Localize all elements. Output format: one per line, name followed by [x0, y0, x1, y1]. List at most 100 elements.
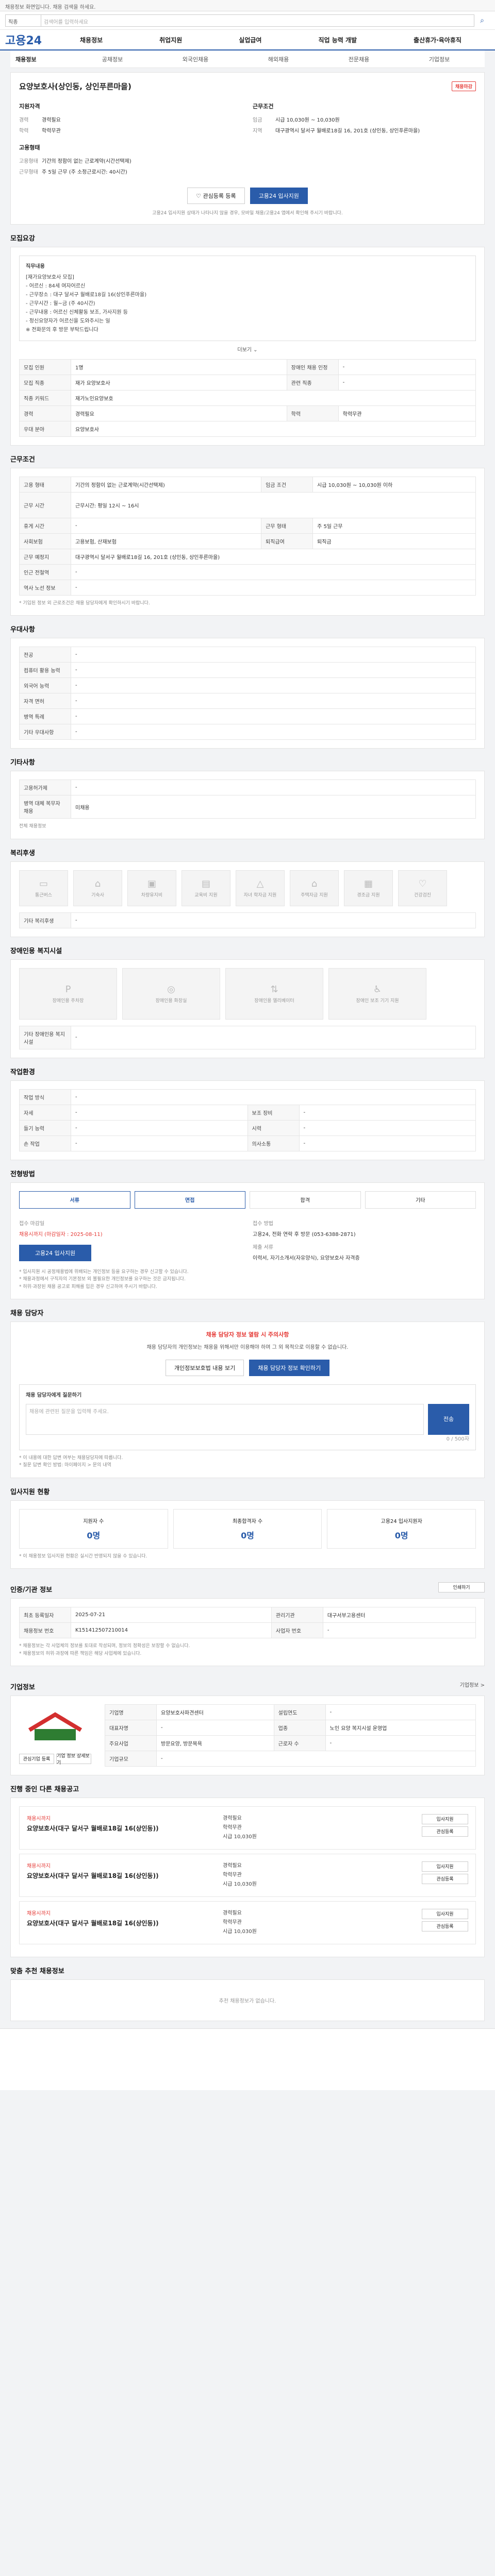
stats-card: 지원자 수 0명 최종합격자 수 0명 고용24 입사지원자 0명 * 이 채용정보 … — [10, 1500, 485, 1569]
th: 고용허가제 — [19, 779, 71, 796]
td: 방문요양, 방문목욕 — [156, 1735, 274, 1751]
gnb-item-unemployment[interactable]: 실업급여 — [239, 36, 261, 44]
td: 1명 — [71, 359, 287, 375]
search-icon[interactable]: ⌕ — [474, 16, 490, 25]
other-jobs-card: 채용시까지 요양보호사(대구 달서구 월배로18길 16(상인동)) 경력필요 학력… — [10, 1797, 485, 1957]
heart-icon: ♡ — [418, 878, 427, 889]
kv-value: 경력필요 — [42, 117, 61, 123]
facility-item: P 장애인용 주차장 — [19, 968, 117, 1020]
favorite-company-button[interactable]: 관심기업 등록 — [19, 1753, 54, 1764]
th: 휴게 시간 — [19, 518, 71, 534]
subnav-item[interactable]: 전문채용 — [349, 55, 369, 63]
gnb-item-employment-support[interactable]: 취업지원 — [159, 36, 182, 44]
th: 보조 장비 — [247, 1104, 300, 1121]
kv-key: 접수 마감일 — [19, 1221, 45, 1227]
search-category-select[interactable]: 직종 — [5, 14, 41, 27]
scrap-button[interactable]: 관심등록 — [422, 1826, 468, 1837]
question-box: 채용 담당자에게 질문하기 채용에 관련된 질문을 입력해 주세요. 전송 0 … — [19, 1384, 476, 1450]
section-title: 채용 담당자 — [10, 1309, 44, 1317]
th: 병역 대체 복무자 채용 — [19, 795, 71, 819]
kv-key: 접수 방법 — [253, 1221, 273, 1227]
question-title: 채용 담당자에게 질문하기 — [26, 1392, 82, 1398]
th: 근무 예정지 — [19, 549, 71, 565]
char-count: 0 / 500자 — [446, 1436, 469, 1442]
scrap-button[interactable]: 관심등록 — [422, 1873, 468, 1884]
th: 우대 분야 — [19, 421, 71, 437]
td: 노인 요양 복지시설 운영업 — [325, 1719, 476, 1736]
td: 요양보호사 — [71, 421, 476, 437]
etc-card: 고용허가제 - 병역 대체 복무자 채용 미채용 전체 채용정보 — [10, 771, 485, 839]
info-note: * 채용정보는 각 사업체의 정보를 토대로 작성되며, 정보의 정확성은 보장… — [19, 1643, 190, 1649]
duty-line: ※ 전화문의 후 방문 부탁드립니다 — [26, 327, 98, 333]
view-contact-button[interactable]: 채용 담당자 정보 확인하기 — [249, 1359, 330, 1376]
company-more-link[interactable]: 기업정보 > — [460, 1681, 485, 1688]
job-title-link[interactable]: 요양보호사(대구 달서구 월배로18길 16(상인동)) — [27, 1871, 223, 1880]
td: - — [322, 1622, 476, 1639]
apply-button[interactable]: 입사지원 — [422, 1861, 468, 1872]
subnav-item[interactable]: 해외채용 — [268, 55, 289, 63]
list-item[interactable]: 채용시까지 요양보호사(대구 달서구 월배로18길 16(상인동)) 경력필요 학력… — [19, 1806, 476, 1850]
scrap-button[interactable]: 관심등록 — [422, 1921, 468, 1931]
question-input[interactable]: 채용에 관련된 질문을 입력해 주세요. — [26, 1403, 424, 1435]
footer — [0, 2028, 495, 2090]
stat-item: 지원자 수 0명 — [19, 1509, 168, 1549]
company-detail-button[interactable]: 기업 정보 상세보기 — [56, 1753, 91, 1766]
job-info: 시급 10,030원 — [223, 1928, 257, 1935]
duty-line: - 어르신 : 84세 여자어르신 — [26, 283, 86, 289]
gnb-item-jobs[interactable]: 채용정보 — [80, 36, 103, 44]
th: 근로자 수 — [273, 1735, 326, 1751]
scrap-button[interactable]: ♡ 관심등록 등록 — [187, 188, 245, 204]
kv-key: 지역 — [253, 128, 262, 134]
privacy-law-button[interactable]: 개인정보보호법 내용 보기 — [165, 1359, 244, 1376]
print-button[interactable]: 인쇄하기 — [438, 1582, 485, 1592]
elevator-icon: ⇅ — [270, 984, 278, 995]
home-icon: ⌂ — [311, 878, 318, 889]
section-title: 장애인용 복지시설 — [10, 947, 62, 955]
th: 직종 키워드 — [19, 390, 71, 406]
top-notice: 채용정보 화면입니다. 채용 검색을 하세요. — [0, 0, 495, 11]
apply-button[interactable]: 입사지원 — [422, 1908, 468, 1919]
apply-button[interactable]: 고용24 입사지원 — [19, 1244, 91, 1261]
kv-value: 주 5일 근무 (주 소정근로시간: 40시간) — [42, 170, 127, 175]
subnav-item[interactable]: 공채정보 — [102, 55, 123, 63]
company-card: 관심기업 등록 기업 정보 상세보기 기업명 요양보호사파견센터 설립연도 - 대표자… — [10, 1695, 485, 1775]
list-item[interactable]: 채용시까지 요양보호사(대구 달서구 월배로18길 16(상인동)) 경력필요 학력… — [19, 1901, 476, 1944]
apply-button[interactable]: 고용24 입사지원 — [250, 188, 308, 204]
th: 학력 — [286, 405, 339, 421]
apply-button[interactable]: 입사지원 — [422, 1814, 468, 1824]
job-title-link[interactable]: 요양보호사(대구 달서구 월배로18길 16(상인동)) — [27, 1919, 223, 1928]
section-title: 전형방법 — [10, 1170, 35, 1178]
td: - — [338, 375, 476, 391]
job-title-link[interactable]: 요양보호사(대구 달서구 월배로18길 16(상인동)) — [27, 1824, 223, 1833]
th: 대표자명 — [105, 1719, 157, 1736]
td: K151412507210014 — [71, 1622, 272, 1639]
list-item[interactable]: 채용시까지 요양보호사(대구 달서구 월배로18길 16(상인동)) 경력필요 학력… — [19, 1853, 476, 1897]
td: - — [299, 1104, 476, 1121]
send-button[interactable]: 전송 — [428, 1403, 469, 1435]
td: 요양보호사파견센터 — [156, 1704, 274, 1720]
site-logo[interactable]: 고용24 — [5, 31, 52, 48]
welfare-label: 경조금 지원 — [357, 892, 380, 898]
facility-label: 장애인용 주차장 — [52, 998, 84, 1004]
duty-line: - 근무시간 : 월~금 (주 40시간) — [26, 301, 95, 307]
subnav-item[interactable]: 외국인채용 — [183, 55, 209, 63]
search-input[interactable]: 검색어를 입력하세요 — [41, 14, 474, 27]
th: 기업명 — [105, 1704, 157, 1720]
td: 학력무관 — [338, 405, 476, 421]
subnav-item[interactable]: 기업정보 — [429, 55, 450, 63]
facility-item: ◎ 장애인용 화장실 — [122, 968, 220, 1020]
house-icon: ⌂ — [94, 878, 101, 889]
th: 들기 능력 — [19, 1120, 71, 1136]
etc-link[interactable]: 전체 채용정보 — [19, 823, 476, 830]
gnb-item-parental-leave[interactable]: 출산휴가·육아휴직 — [414, 36, 461, 44]
apply-notice: 고용24 입사지원 상태가 나타나지 않을 경우, 모바일 채용/고용24 앱에… — [152, 211, 343, 216]
process-card: 서류 면접 합격 기타 접수 마감일 채용시까지 (마감일자 : 2025-08… — [10, 1182, 485, 1299]
job-info: 시급 10,030원 — [223, 1834, 257, 1840]
subnav-current[interactable]: 채용정보 — [15, 55, 72, 63]
gnb-item-training[interactable]: 직업 능력 개발 — [318, 36, 357, 44]
car-icon: ▣ — [147, 878, 156, 889]
section-title: 진행 중인 다른 채용공고 — [10, 1785, 79, 1793]
td: 퇴직금 — [312, 533, 476, 549]
more-button[interactable]: 더보기 ⌄ — [19, 345, 476, 353]
company-table: 기업명 요양보호사파견센터 설립연도 - 대표자명 - 업종 노인 요양 복지시설 운영업 … — [105, 1704, 476, 1767]
